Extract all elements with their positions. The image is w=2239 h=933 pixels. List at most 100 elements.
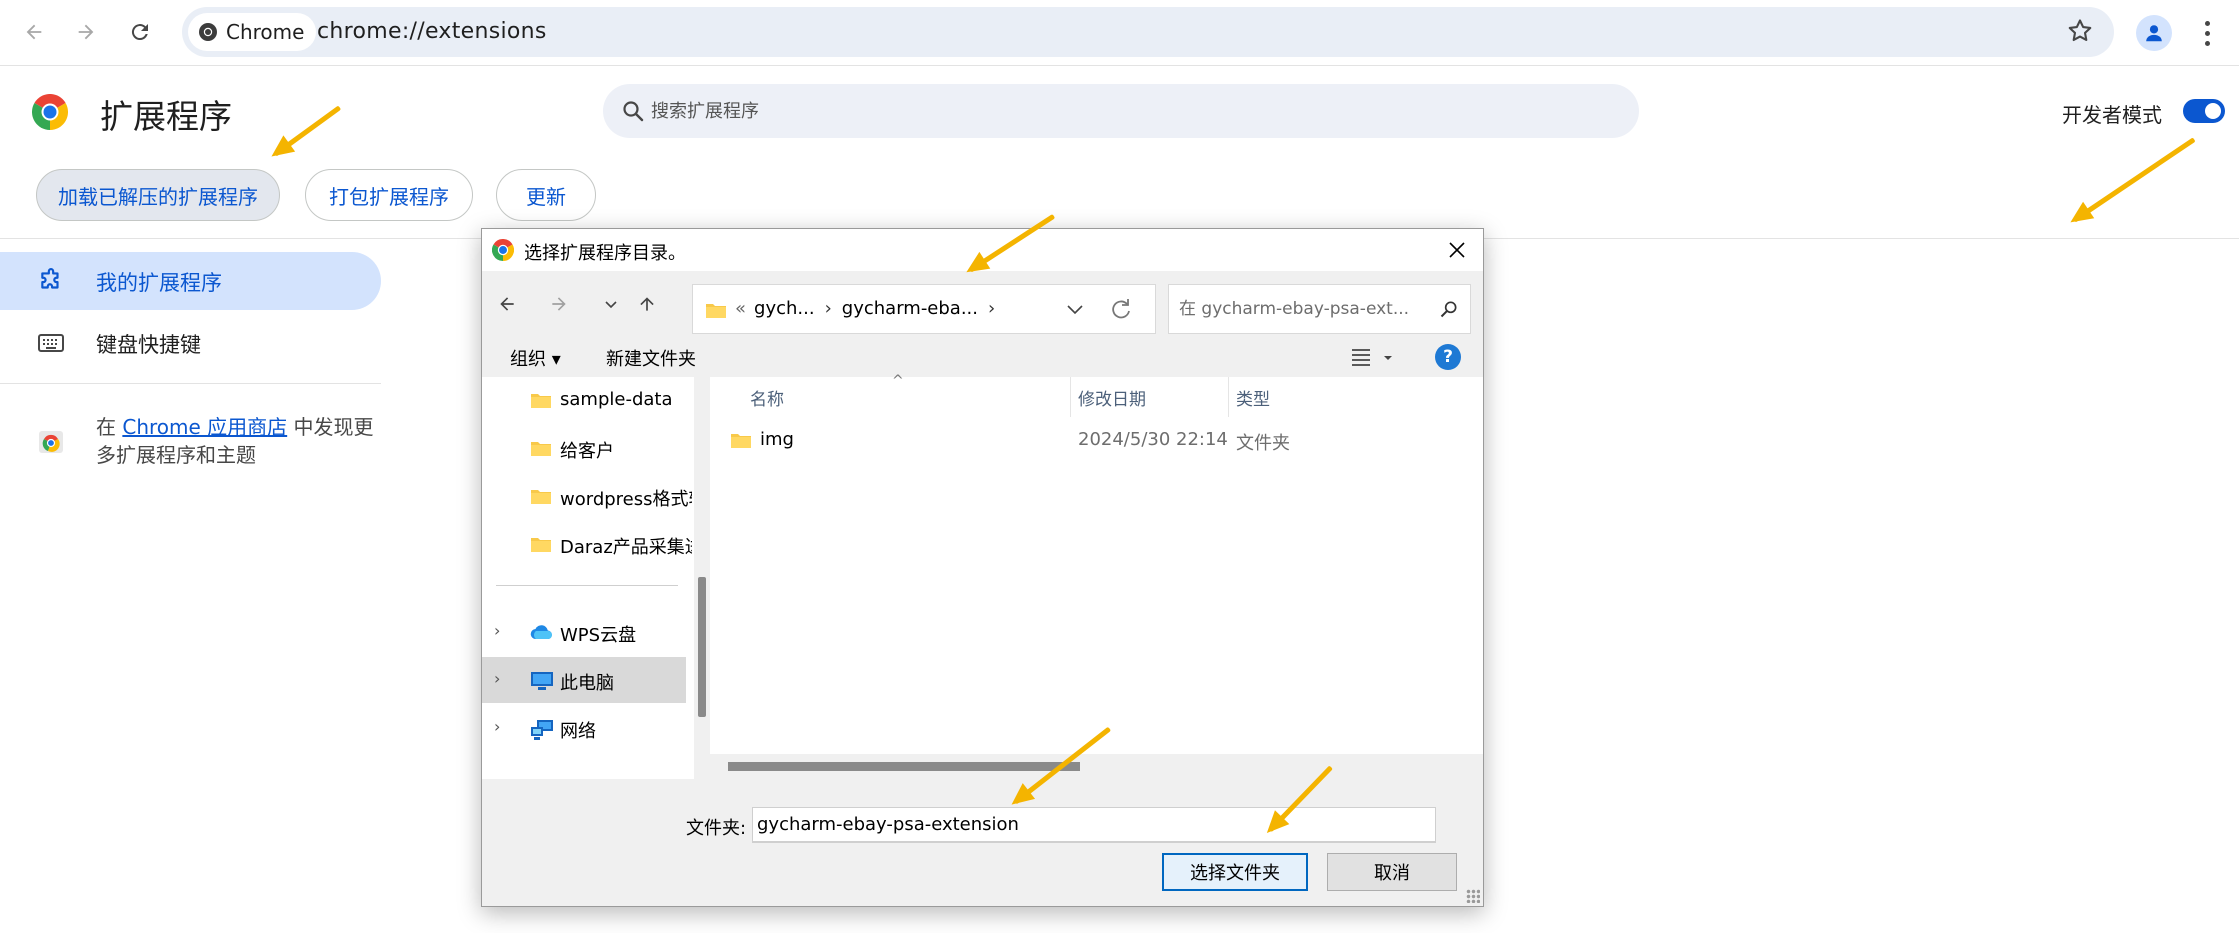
search-icon <box>1440 301 1457 318</box>
nav-item-label: 给客户 <box>560 441 614 462</box>
file-row[interactable]: img 2024/5/30 22:14 文件夹 <box>710 417 1483 463</box>
new-folder-button[interactable]: 新建文件夹 <box>606 345 696 371</box>
refresh-icon[interactable] <box>1109 297 1133 321</box>
arrow-left-icon <box>26 24 42 40</box>
nav-folder-item[interactable]: sample-data <box>482 377 692 423</box>
nav-item-label: 网络 <box>560 721 596 742</box>
back-button[interactable] <box>12 10 56 54</box>
folder-name-input[interactable] <box>752 807 1436 843</box>
annotation-arrow <box>273 105 342 157</box>
reload-button[interactable] <box>118 10 162 54</box>
column-modified[interactable]: 修改日期 <box>1078 385 1146 410</box>
dialog-navigation-bar: « gych... › gycharm-eba... › <box>482 271 1483 337</box>
forward-button[interactable] <box>64 10 108 54</box>
close-icon <box>1449 242 1465 258</box>
sidebar-item-keyboard-shortcuts[interactable]: 键盘快捷键 <box>0 314 381 372</box>
list-view-icon <box>1352 349 1392 366</box>
cancel-button[interactable]: 取消 <box>1327 853 1457 891</box>
nav-item-label: sample-data <box>560 389 673 410</box>
dialog-search-box[interactable] <box>1168 284 1471 334</box>
organize-menu[interactable]: 组织 ▾ <box>510 345 561 371</box>
nav-location-network[interactable]: › 网络 <box>482 705 692 751</box>
chevron-right-icon[interactable]: › <box>494 621 500 640</box>
extensions-search[interactable] <box>603 84 1639 138</box>
sidebar-item-my-extensions[interactable]: 我的扩展程序 <box>0 252 381 310</box>
site-chip-label: Chrome <box>226 20 305 44</box>
file-list-hscrollbar[interactable] <box>710 754 1483 779</box>
folder-field-label: 文件夹: <box>686 818 747 839</box>
chevron-down-icon[interactable] <box>1065 299 1085 319</box>
scrollbar-thumb[interactable] <box>728 762 1080 771</box>
dot-icon <box>2204 30 2210 36</box>
recent-locations-button[interactable] <box>596 289 626 319</box>
nav-item-label: Daraz产品采集进 <box>560 537 692 558</box>
file-name: img <box>760 429 794 450</box>
reload-icon <box>131 24 148 41</box>
dialog-forward-button[interactable] <box>544 289 574 319</box>
developer-mode-toggle[interactable] <box>2183 99 2225 123</box>
chrome-web-store-link[interactable]: Chrome 应用商店 <box>122 415 287 439</box>
chevron-right-icon[interactable]: › <box>494 669 500 688</box>
site-chip[interactable]: Chrome <box>188 13 317 51</box>
dialog-close-button[interactable] <box>1438 233 1476 267</box>
help-icon[interactable]: ? <box>1435 344 1461 370</box>
url-text[interactable]: chrome://extensions <box>317 19 547 44</box>
chrome-web-store-icon <box>39 431 63 453</box>
nav-folder-item[interactable]: Daraz产品采集进 <box>482 521 692 567</box>
nav-pane-scrollbar[interactable] <box>694 377 710 779</box>
view-options-button[interactable] <box>1350 345 1392 373</box>
nav-folder-item[interactable]: 给客户 <box>482 425 692 471</box>
sidebar-item-label: 键盘快捷键 <box>96 333 201 357</box>
file-modified: 2024/5/30 22:14 <box>1078 429 1228 450</box>
folder-icon <box>531 394 551 408</box>
folder-path-bar[interactable]: « gych... › gycharm-eba... › <box>692 284 1156 334</box>
column-type[interactable]: 类型 <box>1236 385 1270 410</box>
folder-icon <box>731 434 751 448</box>
navigation-pane: sample-data 给客户 wordpress格式转 Daraz产品采集进 … <box>482 377 694 779</box>
person-icon <box>2146 25 2162 42</box>
dialog-search-input[interactable] <box>1179 285 1429 333</box>
chevron-right-icon[interactable]: › <box>988 298 995 319</box>
chrome-logo-icon <box>32 94 68 130</box>
keyboard-icon <box>38 334 64 352</box>
folder-icon <box>531 490 551 504</box>
arrow-right-icon <box>78 24 94 40</box>
breadcrumb-overflow[interactable]: « <box>735 298 746 319</box>
file-type: 文件夹 <box>1236 433 1290 454</box>
chrome-logo-icon <box>492 239 514 261</box>
up-folder-button[interactable] <box>632 289 662 319</box>
sort-ascending-icon: ^ <box>892 373 904 389</box>
web-store-promo: 在 Chrome 应用商店 中发现更多扩展程序和主题 <box>96 413 386 469</box>
breadcrumb: « gych... › gycharm-eba... › <box>735 298 1005 319</box>
folder-icon <box>531 538 551 552</box>
breadcrumb-item[interactable]: gycharm-eba... <box>842 298 978 319</box>
search-icon <box>623 101 644 122</box>
nav-location-wps-cloud[interactable]: › WPS云盘 <box>482 609 692 655</box>
resize-grip-icon[interactable] <box>1466 889 1480 903</box>
nav-folder-item[interactable]: wordpress格式转 <box>482 473 692 519</box>
scrollbar-thumb[interactable] <box>698 577 706 717</box>
nav-item-label: 此电脑 <box>560 673 614 694</box>
update-button[interactable]: 更新 <box>496 169 596 221</box>
dialog-back-button[interactable] <box>492 289 522 319</box>
bookmark-button[interactable] <box>2066 17 2094 49</box>
nav-divider <box>496 585 678 586</box>
search-input[interactable] <box>651 84 1611 138</box>
chevron-right-icon[interactable]: › <box>494 717 500 736</box>
chevron-right-icon[interactable]: › <box>825 298 832 319</box>
select-folder-dialog: 选择扩展程序目录。 « gych... › gycharm-eba... › 在 … <box>481 228 1484 907</box>
browser-menu-button[interactable] <box>2192 14 2222 52</box>
pack-extension-button[interactable]: 打包扩展程序 <box>305 169 473 221</box>
nav-location-this-pc[interactable]: › 此电脑 <box>482 657 686 703</box>
column-divider[interactable] <box>1070 377 1071 417</box>
address-bar[interactable]: Chrome chrome://extensions <box>182 7 2114 57</box>
column-name[interactable]: 名称 <box>750 385 784 410</box>
column-divider[interactable] <box>1228 377 1229 417</box>
dialog-command-bar: 组织 ▾ 新建文件夹 ? <box>482 337 1483 377</box>
dialog-title: 选择扩展程序目录。 <box>524 243 686 264</box>
load-unpacked-button[interactable]: 加载已解压的扩展程序 <box>36 169 280 221</box>
breadcrumb-item[interactable]: gych... <box>754 298 815 319</box>
profile-avatar[interactable] <box>2136 15 2172 51</box>
select-folder-button[interactable]: 选择文件夹 <box>1162 853 1308 891</box>
arrow-up-icon <box>640 297 654 311</box>
